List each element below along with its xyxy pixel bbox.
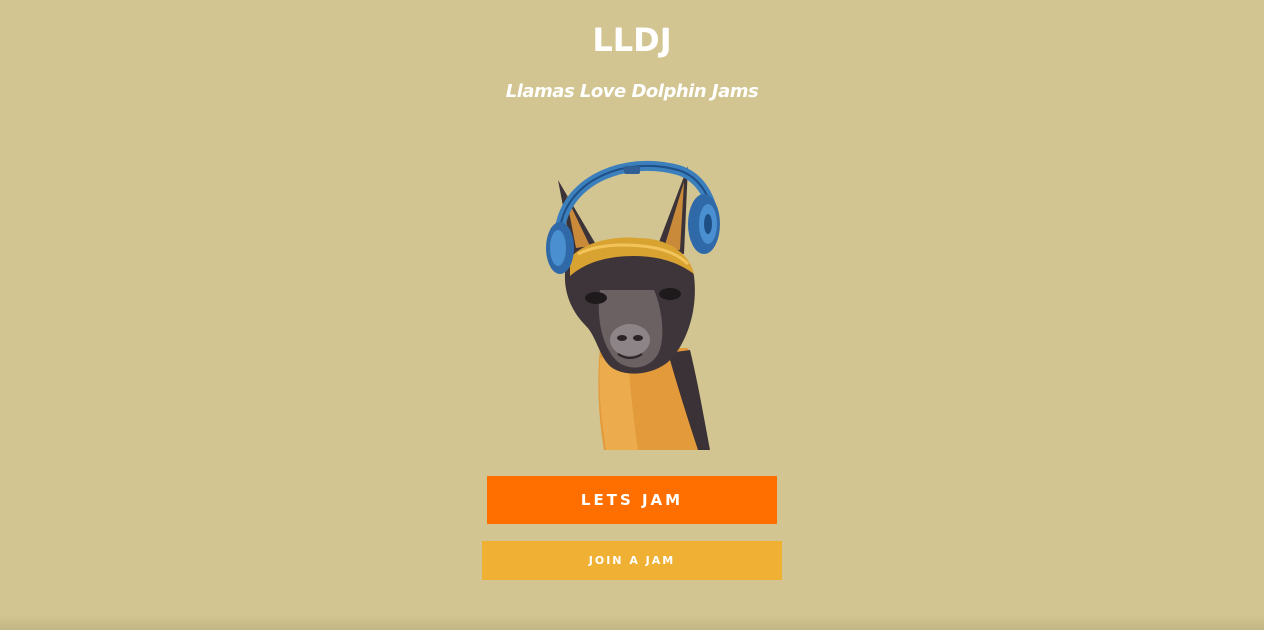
- lets-jam-button[interactable]: LETS JAM: [487, 476, 777, 524]
- landing-page: LLDJ Llamas Love Dolphin Jams LETS JAM J…: [0, 0, 1264, 630]
- bottom-edge-shadow: [0, 616, 1264, 630]
- app-tagline: Llamas Love Dolphin Jams: [505, 81, 759, 102]
- join-a-jam-button[interactable]: JOIN A JAM: [482, 541, 782, 580]
- app-title: LLDJ: [592, 21, 672, 59]
- llama-with-headphones-image: [538, 158, 728, 452]
